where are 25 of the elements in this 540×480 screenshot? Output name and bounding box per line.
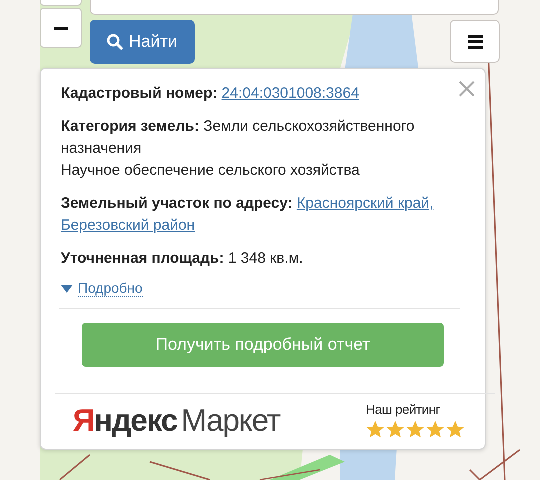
menu-button[interactable] <box>450 20 500 63</box>
rating-label: Наш рейтинг <box>366 402 442 417</box>
field-link[interactable]: Красноярский край, <box>296 195 434 212</box>
field-label: Земельный участок по адресу: <box>61 195 293 212</box>
logo: ЯндексМаркет <box>73 402 280 438</box>
star-icon <box>446 420 465 439</box>
field-text: Уточненная площадь: 1 348 кв.м. <box>61 249 304 269</box>
field-text: Категория земель: Земли сельскохозяйственного назначения <box>61 117 416 159</box>
field-label: Кадастровый номер: <box>61 85 218 102</box>
triangle-down-icon <box>61 284 73 292</box>
star-icon <box>386 420 405 439</box>
zoom-out-button[interactable] <box>40 8 82 48</box>
star-icon <box>406 420 425 439</box>
star-icon <box>426 420 445 439</box>
minus-icon <box>54 26 68 30</box>
field-link[interactable]: 24:04:0301008:3864 <box>222 85 360 102</box>
details-link[interactable]: Подробно <box>78 280 143 297</box>
menu-icon <box>468 34 482 48</box>
search-button[interactable]: Найти <box>90 20 195 64</box>
close-icon <box>459 81 475 97</box>
field-link[interactable]: Березовский район <box>61 217 196 234</box>
search-icon <box>107 34 123 50</box>
star-icon <box>366 420 385 439</box>
field-note: Научное обеспечение сельского хозяйства <box>61 161 361 181</box>
report-button[interactable]: Получить подробный отчет <box>82 323 444 367</box>
